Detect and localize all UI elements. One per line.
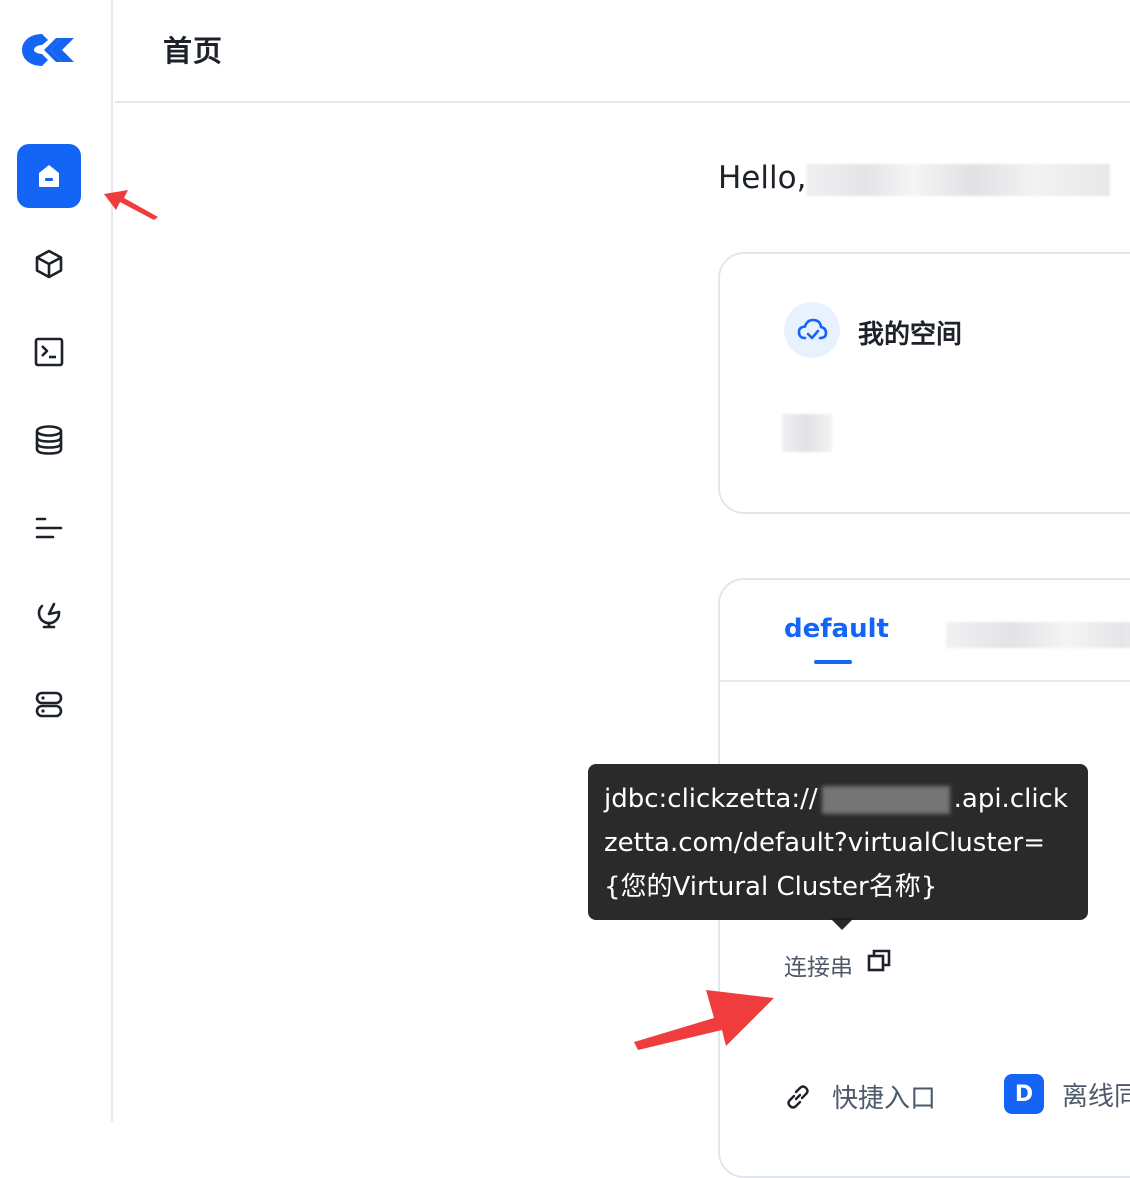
server-icon xyxy=(35,691,63,718)
connection-string-label: 连接串 xyxy=(784,955,853,981)
link-icon xyxy=(787,1084,809,1109)
nav-task-list[interactable] xyxy=(17,496,81,560)
cloud-check-icon xyxy=(797,318,828,340)
sidebar xyxy=(0,0,113,1122)
redacted-username xyxy=(806,164,1110,196)
nav-monitor[interactable] xyxy=(17,584,81,648)
cloud-badge xyxy=(784,302,840,358)
my-space-title: 我的空间 xyxy=(858,320,963,350)
tooltip-line-2: zetta.com/default?virtualCluster= xyxy=(604,828,1045,858)
database-icon xyxy=(35,425,63,455)
offline-sync-entry[interactable]: D 离线同 xyxy=(1004,1074,1130,1114)
task-list-icon xyxy=(35,517,63,539)
quick-entry[interactable]: 快捷入口 xyxy=(784,1078,936,1115)
tab-default[interactable]: default xyxy=(784,614,889,644)
nav-database[interactable] xyxy=(17,408,81,472)
tooltip-line-3: {您的Virtural Cluster名称} xyxy=(604,872,938,902)
quick-entry-label: 快捷入口 xyxy=(832,1084,937,1114)
nav-terminal[interactable] xyxy=(17,320,81,384)
clickzetta-logo[interactable] xyxy=(20,30,78,70)
top-bar: 首页 xyxy=(115,0,1130,103)
monitor-icon xyxy=(37,602,61,629)
redacted-host xyxy=(822,786,950,814)
greeting-text: Hello, xyxy=(718,160,807,196)
tooltip-arrow xyxy=(830,918,854,930)
redacted-space-value xyxy=(782,414,832,452)
nav-home[interactable] xyxy=(17,144,81,208)
offline-sync-label: 离线同 xyxy=(1062,1081,1130,1112)
active-tab-indicator xyxy=(814,660,852,664)
annotation-arrow-home xyxy=(104,190,158,220)
my-space-card[interactable]: 我的空间 xyxy=(718,252,1130,514)
tab-divider xyxy=(720,680,1130,682)
terminal-icon xyxy=(34,337,64,367)
tab-redacted[interactable] xyxy=(946,622,1130,648)
nav-cube[interactable] xyxy=(17,232,81,296)
copy-icon[interactable] xyxy=(866,948,892,974)
annotation-arrow-connection xyxy=(634,990,774,1050)
page-title: 首页 xyxy=(163,34,224,68)
nav-server[interactable] xyxy=(17,672,81,736)
offline-sync-badge: D xyxy=(1004,1074,1044,1114)
cube-icon xyxy=(35,249,63,279)
home-icon xyxy=(39,165,59,187)
